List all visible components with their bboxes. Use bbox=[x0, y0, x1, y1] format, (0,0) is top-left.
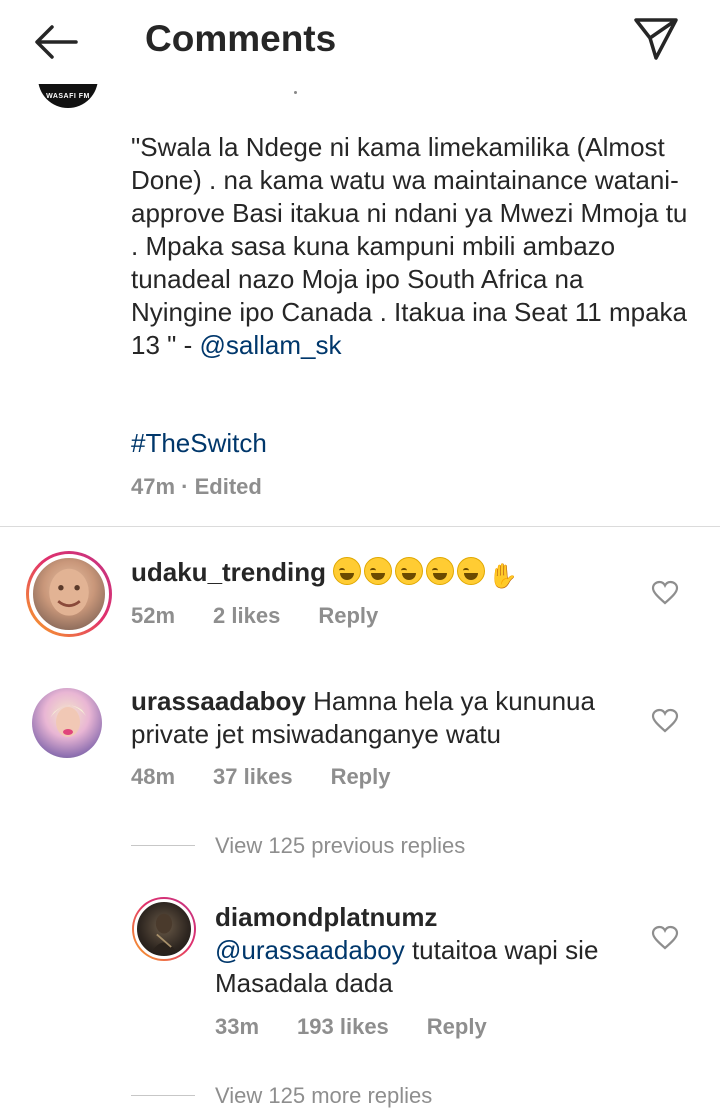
heart-icon[interactable] bbox=[651, 925, 679, 951]
tears-of-joy-emoji-icon bbox=[333, 557, 362, 585]
avatar-person-icon bbox=[50, 705, 86, 737]
page-title: Comments bbox=[145, 18, 337, 59]
tears-of-joy-emoji-icon bbox=[395, 557, 424, 585]
heart-icon[interactable] bbox=[651, 580, 679, 606]
separator-dot bbox=[294, 91, 297, 94]
comment-2-meta: 48m 37 likes Reply bbox=[131, 764, 428, 790]
logo-text: WASAFI FM bbox=[46, 93, 90, 100]
heart-icon[interactable] bbox=[651, 708, 679, 734]
comment-1: udaku_trending ✋ bbox=[131, 556, 631, 593]
back-arrow-icon[interactable] bbox=[32, 22, 80, 62]
thread-line bbox=[131, 845, 195, 846]
avatar[interactable] bbox=[32, 688, 102, 758]
caption-edited: · Edited bbox=[181, 474, 262, 499]
avatar-face-icon bbox=[49, 568, 89, 616]
caption-meta: 47m · Edited bbox=[131, 474, 262, 500]
reply-time: 33m bbox=[215, 1014, 260, 1039]
hashtag-link[interactable]: #TheSwitch bbox=[131, 428, 267, 459]
view-previous-replies-button[interactable]: View 125 previous replies bbox=[215, 833, 465, 859]
comment-2-time: 48m bbox=[131, 764, 176, 789]
tears-of-joy-emoji-icon bbox=[364, 557, 393, 585]
reply-reply-button[interactable]: Reply bbox=[427, 1014, 487, 1039]
send-icon[interactable] bbox=[632, 16, 680, 62]
comment-1-emoji: ✋ bbox=[333, 557, 518, 590]
view-more-replies-button[interactable]: View 125 more replies bbox=[215, 1083, 432, 1109]
reply-likes[interactable]: 193 likes bbox=[297, 1014, 389, 1039]
caption-text: "Swala la Ndege ni kama limekamilika (Al… bbox=[131, 132, 688, 360]
comment-2: urassaadaboy Hamna hela ya kununua priva… bbox=[131, 685, 631, 751]
caption-time: 47m bbox=[131, 474, 176, 499]
reply-meta: 33m 193 likes Reply bbox=[215, 1014, 525, 1040]
comment-1-meta: 52m 2 likes Reply bbox=[131, 603, 416, 629]
app-header: Comments bbox=[0, 0, 720, 84]
comment-2-reply-button[interactable]: Reply bbox=[331, 764, 391, 789]
raising-hands-emoji-icon: ✋ bbox=[488, 563, 519, 590]
avatar[interactable] bbox=[26, 551, 112, 637]
comment-1-reply-button[interactable]: Reply bbox=[318, 603, 378, 628]
post-caption: "Swala la Ndege ni kama limekamilika (Al… bbox=[131, 131, 691, 362]
tears-of-joy-emoji-icon bbox=[457, 557, 486, 585]
caption-mention-link[interactable]: @sallam_sk bbox=[199, 330, 341, 360]
comment-2-likes[interactable]: 37 likes bbox=[213, 764, 293, 789]
avatar[interactable] bbox=[132, 897, 196, 961]
reply-comment: diamondplatnumz @urassaadaboy tutaitoa w… bbox=[215, 901, 635, 1000]
divider bbox=[0, 526, 720, 527]
comment-1-time: 52m bbox=[131, 603, 176, 628]
comment-2-username[interactable]: urassaadaboy bbox=[131, 686, 306, 716]
comment-1-username[interactable]: udaku_trending bbox=[131, 557, 326, 587]
thread-line bbox=[131, 1095, 195, 1096]
avatar-person-icon bbox=[151, 913, 177, 953]
comment-1-likes[interactable]: 2 likes bbox=[213, 603, 280, 628]
reply-mention-link[interactable]: @urassaadaboy bbox=[215, 935, 405, 965]
tears-of-joy-emoji-icon bbox=[426, 557, 455, 585]
reply-username[interactable]: diamondplatnumz bbox=[215, 902, 437, 932]
